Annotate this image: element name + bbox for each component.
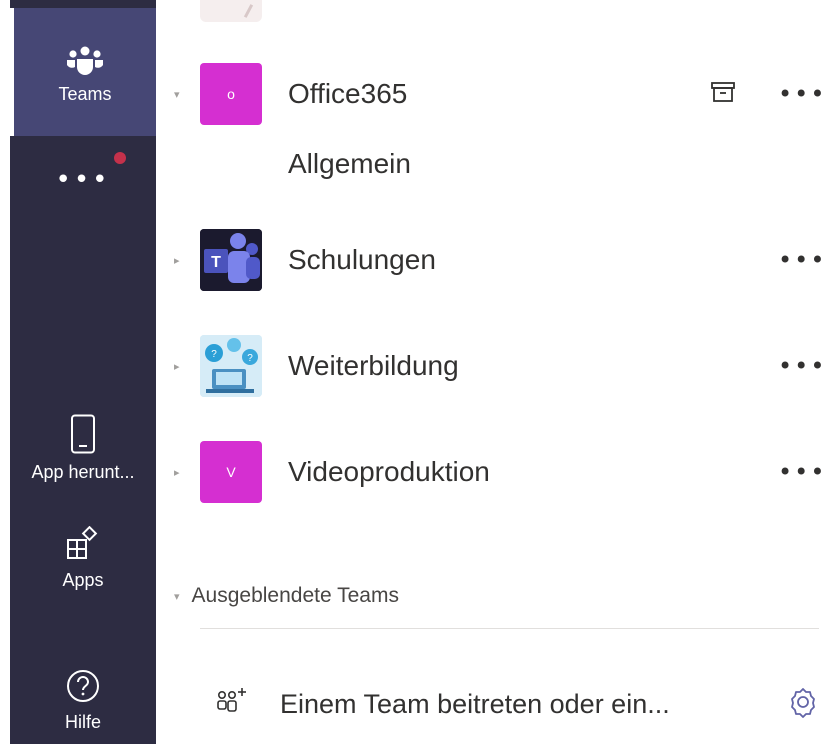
avatar-letter: V <box>226 464 236 480</box>
svg-text:?: ? <box>211 349 217 360</box>
team-avatar-partial <box>200 0 262 22</box>
rail-item-help[interactable]: Hilfe <box>10 668 156 744</box>
join-or-create-team-button[interactable]: Einem Team beitreten oder ein... <box>156 676 825 732</box>
team-name: Videoproduktion <box>288 456 490 487</box>
chevron-right-icon[interactable]: ▸ <box>174 360 180 373</box>
teams-icon <box>67 46 103 75</box>
divider <box>200 628 819 629</box>
more-icon: ••• <box>55 165 111 195</box>
rail-label-teams: Teams <box>58 84 112 104</box>
gear-icon[interactable] <box>786 685 820 724</box>
hidden-teams-header[interactable]: ▾ Ausgeblendete Teams <box>174 584 399 608</box>
team-avatar: V <box>200 441 262 503</box>
team-avatar: ? ? <box>200 335 262 397</box>
more-options-icon[interactable]: ••• <box>778 354 825 378</box>
app-rail: Teams ••• App herunt... Apps Hilfe <box>0 0 156 744</box>
rail-edge <box>0 0 10 744</box>
rail-item-teams[interactable]: Teams <box>10 8 156 136</box>
more-options-icon[interactable]: ••• <box>778 460 825 484</box>
rail-label-apps: Apps <box>62 570 104 590</box>
hidden-teams-label: Ausgeblendete Teams <box>191 584 399 607</box>
team-row-weiterbildung[interactable]: ▸ ? ? Weiterbildung ••• <box>156 326 825 406</box>
svg-text:T: T <box>211 254 221 271</box>
team-row-videoproduktion[interactable]: ▸ V Videoproduktion ••• <box>156 432 825 512</box>
teams-list: ▾ o Office365 ••• Allgemein ▸ T Schulung… <box>156 0 825 744</box>
team-row-schulungen[interactable]: ▸ T Schulungen ••• <box>156 220 825 300</box>
teams-logo-icon: T <box>200 229 262 291</box>
channel-item-allgemein[interactable]: Allgemein <box>288 148 411 180</box>
rail-label-help: Hilfe <box>64 712 101 732</box>
help-icon <box>67 670 99 702</box>
rail-label-download-app: App herunt... <box>31 462 135 482</box>
chevron-down-icon[interactable]: ▾ <box>174 88 180 101</box>
more-options-icon[interactable]: ••• <box>778 82 825 106</box>
rail-item-more[interactable]: ••• <box>10 148 156 238</box>
archive-icon[interactable] <box>710 81 736 108</box>
team-name: Office365 <box>288 78 408 109</box>
team-name: Weiterbildung <box>288 350 459 381</box>
team-name: Schulungen <box>288 244 436 275</box>
team-avatar: T <box>200 229 262 291</box>
team-row-office365[interactable]: ▾ o Office365 ••• <box>156 54 825 134</box>
team-avatar: o <box>200 63 262 125</box>
avatar-letter: o <box>227 86 235 102</box>
mobile-device-icon <box>71 414 95 454</box>
rail-item-download-app[interactable]: App herunt... <box>10 414 156 504</box>
join-team-label: Einem Team beitreten oder ein... <box>280 688 670 719</box>
team-illustration-icon: ? ? <box>200 335 262 397</box>
apps-icon <box>67 526 98 559</box>
svg-text:?: ? <box>247 353 253 364</box>
chevron-down-icon: ▾ <box>174 589 180 603</box>
notification-dot <box>114 152 126 164</box>
chevron-right-icon[interactable]: ▸ <box>174 254 180 267</box>
chevron-right-icon[interactable]: ▸ <box>174 466 180 479</box>
more-options-icon[interactable]: ••• <box>778 248 825 272</box>
rail-item-apps[interactable]: Apps <box>10 526 156 616</box>
add-team-icon <box>214 687 250 722</box>
